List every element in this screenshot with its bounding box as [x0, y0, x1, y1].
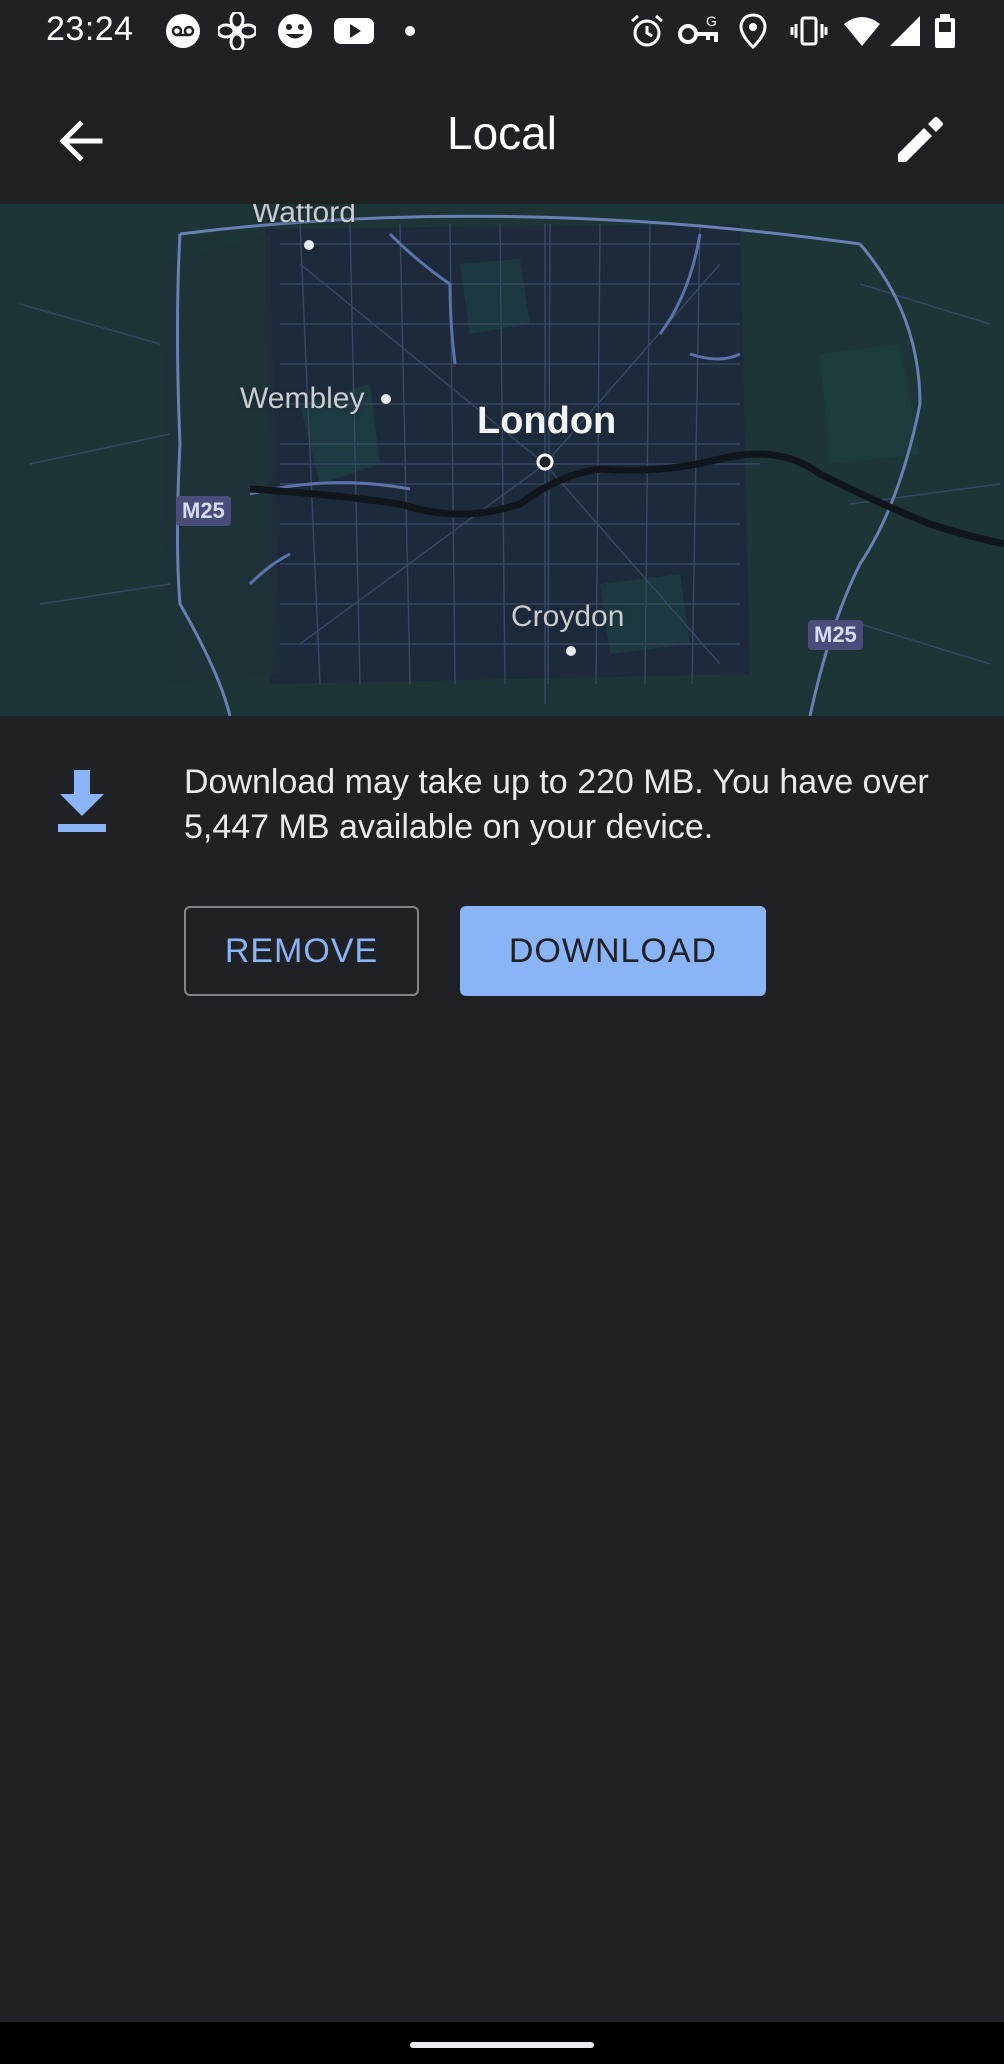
signal-icon: [890, 16, 920, 46]
remove-button[interactable]: REMOVE: [184, 906, 419, 996]
youtube-icon: [334, 18, 374, 44]
road-shield-m25: M25: [808, 620, 863, 650]
app-bar: Local: [0, 62, 1004, 204]
voicemail-icon: [166, 14, 200, 48]
map-view[interactable]: Watford Wembley London Croydon M25 M25: [0, 204, 1004, 716]
alarm-icon: [631, 14, 663, 47]
home-gesture-pill[interactable]: [410, 2042, 594, 2048]
battery-icon: [935, 14, 955, 48]
map-label-watford[interactable]: Watford: [252, 204, 356, 230]
wifi-icon: [844, 17, 880, 46]
road-shield-m25: M25: [176, 496, 231, 526]
fan-icon: [218, 12, 256, 50]
map-label-croydon[interactable]: Croydon: [511, 600, 624, 634]
status-bar: 23:24 G: [0, 0, 1004, 62]
map-label-wembley[interactable]: Wembley: [240, 382, 364, 416]
navigation-bar: [0, 2022, 1004, 2064]
download-button[interactable]: DOWNLOAD: [460, 906, 766, 996]
dot-icon: [405, 26, 415, 36]
location-icon: [739, 13, 767, 50]
download-size-info: Download may take up to 220 MB. You have…: [184, 763, 929, 846]
smiley-icon: [278, 14, 312, 48]
page-title: Local: [447, 107, 557, 159]
status-time: 23:24: [46, 10, 134, 48]
pencil-icon[interactable]: [884, 104, 956, 176]
vpn-key-icon: G: [678, 13, 718, 44]
vibrate-icon: [790, 16, 828, 46]
download-icon: [58, 770, 106, 832]
svg-text:G: G: [706, 13, 717, 29]
map-label-london[interactable]: London: [477, 400, 616, 443]
